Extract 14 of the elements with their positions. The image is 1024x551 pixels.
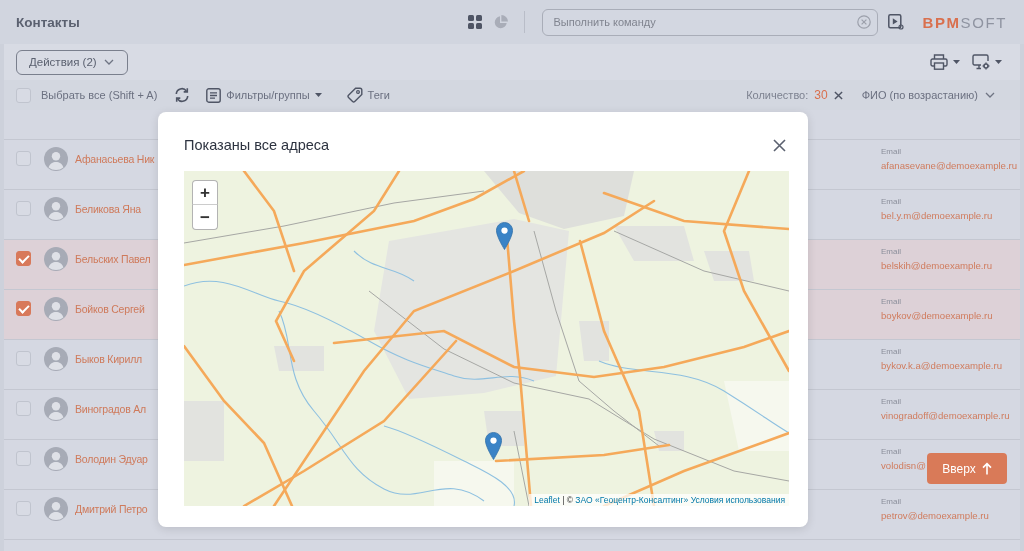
email-label: Email [881, 496, 901, 506]
email-label: Email [881, 446, 901, 456]
email-label: Email [881, 246, 901, 256]
email-label: Email [881, 146, 901, 156]
count-value: 30 [814, 88, 828, 102]
email-label: Email [881, 296, 901, 306]
map-attribution: Leaflet | © ЗАО «Геоцентр-Консалтинг» Условия использования [529, 494, 789, 506]
page-title: Контакты [16, 14, 81, 30]
dialog-title: Показаны все адреса [184, 137, 330, 153]
count-label: Количество: [746, 89, 809, 101]
email-label: Email [881, 396, 901, 406]
logo: BPMSOFT [922, 13, 1007, 31]
email-label: Email [881, 346, 901, 356]
email-label: Email [881, 196, 901, 206]
